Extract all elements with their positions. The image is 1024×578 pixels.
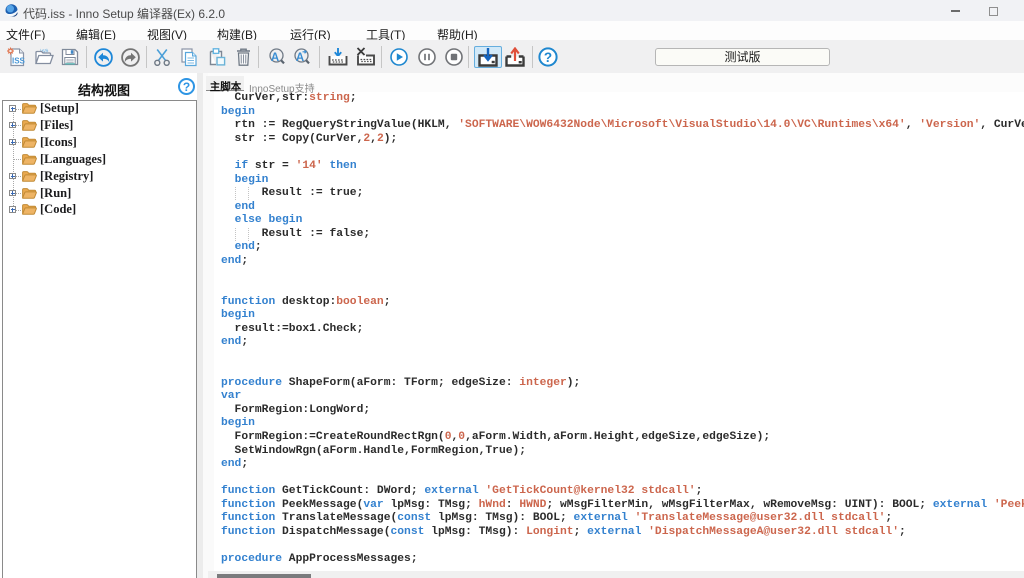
svg-text:A: A — [271, 52, 279, 64]
svg-text:A: A — [296, 52, 304, 64]
svg-text:?: ? — [183, 80, 190, 94]
svg-text:?: ? — [544, 50, 552, 65]
svg-text:ISS: ISS — [12, 57, 26, 66]
